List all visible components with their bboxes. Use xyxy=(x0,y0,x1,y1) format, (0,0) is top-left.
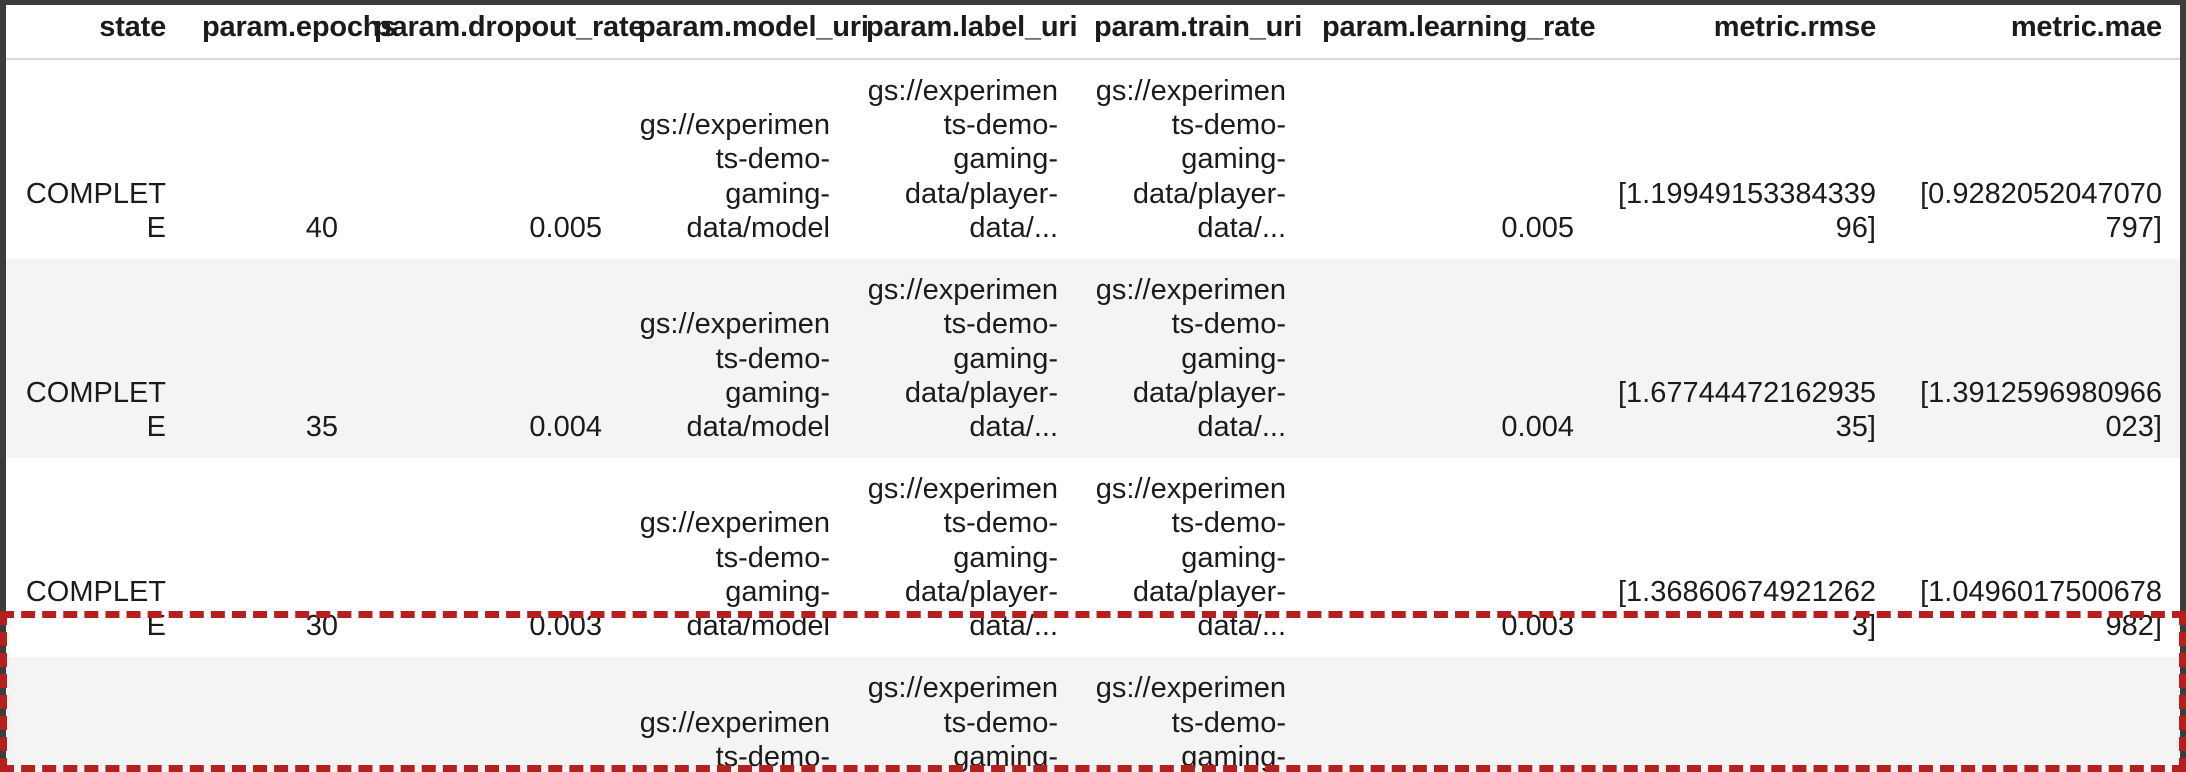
cell-text: gs://experiments-demo-gaming-data/player… xyxy=(867,75,1058,244)
column-header-state[interactable]: state xyxy=(6,5,184,60)
cell-mae: [1.3291234783216863] xyxy=(1894,657,2180,772)
cell-text: [1.368606749212623] xyxy=(1617,575,1876,643)
cell-state: COMPLETE xyxy=(6,458,184,658)
column-header-param-learning-rate[interactable]: param.learning_rate xyxy=(1304,5,1596,60)
cell-label-uri: gs://experiments-demo-gaming-data/player… xyxy=(848,657,1076,772)
column-header-param-model-uri[interactable]: param.model_uri xyxy=(620,5,869,60)
table-row[interactable]: COMPLETE 30 0.003 gs://experiments-demo-gam… xyxy=(6,458,2180,658)
cell-dropout-rate: 0.003 xyxy=(356,458,620,658)
column-header-metric-mae[interactable]: metric.mae xyxy=(1894,5,2180,60)
cell-text: 0.004 xyxy=(1501,410,1574,443)
cell-text: gs://experiments-demo-gaming-data/player… xyxy=(867,672,1058,772)
cell-text: gs://experiments-demo-gaming-data/player… xyxy=(1095,75,1286,244)
cell-train-uri: gs://experiments-demo-gaming-data/player… xyxy=(1076,657,1304,772)
cell-text: 0.005 xyxy=(529,211,602,244)
cell-rmse: [1.1994915338433996] xyxy=(1592,59,1894,260)
cell-dropout-rate: 0.002 xyxy=(356,657,620,772)
cell-text: gs://experiments-demo-gaming-data/model xyxy=(639,706,830,772)
cell-epochs: 30 xyxy=(184,458,356,658)
cell-train-uri: gs://experiments-demo-gaming-data/player… xyxy=(1076,59,1304,260)
cell-text: 0.004 xyxy=(529,410,602,443)
cell-rmse: [1.7340842296667147] xyxy=(1592,657,1894,772)
cell-mae: [0.9282052047070797] xyxy=(1894,59,2180,260)
column-header-param-epochs[interactable]: param.epochs xyxy=(184,5,396,60)
cell-model-uri: gs://experiments-demo-gaming-data/model xyxy=(620,59,848,260)
cell-epochs: 35 xyxy=(184,259,356,459)
cell-learning-rate: 0.003 xyxy=(1304,458,1592,658)
table-header: state param.epochs param.dropout_rate pa… xyxy=(6,5,2180,60)
cell-text: gs://experiments-demo-gaming-data/model xyxy=(639,308,830,443)
cell-text: COMPLETE xyxy=(25,575,166,643)
cell-learning-rate: 0.004 xyxy=(1304,259,1592,459)
cell-learning-rate: 0.005 xyxy=(1304,59,1592,260)
runs-table-viewport[interactable]: state param.epochs param.dropout_rate pa… xyxy=(0,0,2186,772)
cell-state: COMPLETE xyxy=(6,657,184,772)
cell-model-uri: gs://experiments-demo-gaming-data/model xyxy=(620,458,848,658)
cell-text: gs://experiments-demo-gaming-data/player… xyxy=(1095,274,1286,443)
column-header-param-label-uri[interactable]: param.label_uri xyxy=(848,5,1078,60)
cell-mae: [1.3912596980966023] xyxy=(1894,259,2180,459)
cell-mae: [1.0496017500678982] xyxy=(1894,458,2180,658)
cell-text: 0.005 xyxy=(1501,211,1574,244)
table-row[interactable]: COMPLETE 35 0.004 gs://experiments-demo-gam… xyxy=(6,259,2180,459)
cell-model-uri: gs://experiments-demo-gaming-data/model xyxy=(620,657,848,772)
cell-state: COMPLETE xyxy=(6,59,184,260)
cell-text: [1.1994915338433996] xyxy=(1617,177,1876,244)
cell-text: gs://experiments-demo-gaming-data/model xyxy=(639,109,830,244)
runs-table: state param.epochs param.dropout_rate pa… xyxy=(6,5,2180,772)
cell-text: 30 xyxy=(305,610,338,643)
cell-text: COMPLETE xyxy=(25,376,166,443)
cell-text: [1.3912596980966023] xyxy=(1920,376,2162,443)
cell-text: gs://experiments-demo-gaming-data/player… xyxy=(1095,473,1286,643)
cell-rmse: [1.6774447216293535] xyxy=(1592,259,1894,459)
cell-train-uri: gs://experiments-demo-gaming-data/player… xyxy=(1076,259,1304,459)
cell-text: gs://experiments-demo-gaming-data/player… xyxy=(867,274,1058,443)
table-body: COMPLETE 40 0.005 gs://experiments-demo-gam… xyxy=(6,59,2180,772)
cell-label-uri: gs://experiments-demo-gaming-data/player… xyxy=(848,458,1076,658)
cell-text: [1.0496017500678982] xyxy=(1920,575,2162,643)
cell-text: 35 xyxy=(305,410,338,443)
cell-text: COMPLETE xyxy=(25,177,166,244)
cell-rmse: [1.368606749212623] xyxy=(1592,458,1894,658)
table-row[interactable]: COMPLETE250.002gs://experiments-demo-gam… xyxy=(6,657,2180,772)
cell-epochs: 40 xyxy=(184,59,356,260)
cell-text: [1.6774447216293535] xyxy=(1617,376,1876,443)
table-header-row: state param.epochs param.dropout_rate pa… xyxy=(6,5,2180,60)
cell-text: 0.003 xyxy=(1501,610,1574,643)
cell-text: 40 xyxy=(305,211,338,244)
cell-learning-rate: 0.002 xyxy=(1304,657,1592,772)
column-header-param-dropout-rate[interactable]: param.dropout_rate xyxy=(356,5,645,60)
cell-epochs: 25 xyxy=(184,657,356,772)
column-header-metric-rmse[interactable]: metric.rmse xyxy=(1592,5,1894,60)
cell-state: COMPLETE xyxy=(6,259,184,459)
cell-text: gs://experiments-demo-gaming-data/player… xyxy=(1095,672,1286,772)
cell-dropout-rate: 0.005 xyxy=(356,59,620,260)
cell-text: [0.9282052047070797] xyxy=(1920,177,2162,244)
cell-text: gs://experiments-demo-gaming-data/player… xyxy=(867,473,1058,643)
cell-model-uri: gs://experiments-demo-gaming-data/model xyxy=(620,259,848,459)
cell-label-uri: gs://experiments-demo-gaming-data/player… xyxy=(848,259,1076,459)
cell-train-uri: gs://experiments-demo-gaming-data/player… xyxy=(1076,458,1304,658)
cell-dropout-rate: 0.004 xyxy=(356,259,620,459)
cell-text: gs://experiments-demo-gaming-data/model xyxy=(639,507,830,643)
column-header-param-train-uri[interactable]: param.train_uri xyxy=(1076,5,1304,60)
table-row[interactable]: COMPLETE 40 0.005 gs://experiments-demo-gam… xyxy=(6,59,2180,260)
cell-text: 0.003 xyxy=(529,610,602,643)
cell-label-uri: gs://experiments-demo-gaming-data/player… xyxy=(848,59,1076,260)
